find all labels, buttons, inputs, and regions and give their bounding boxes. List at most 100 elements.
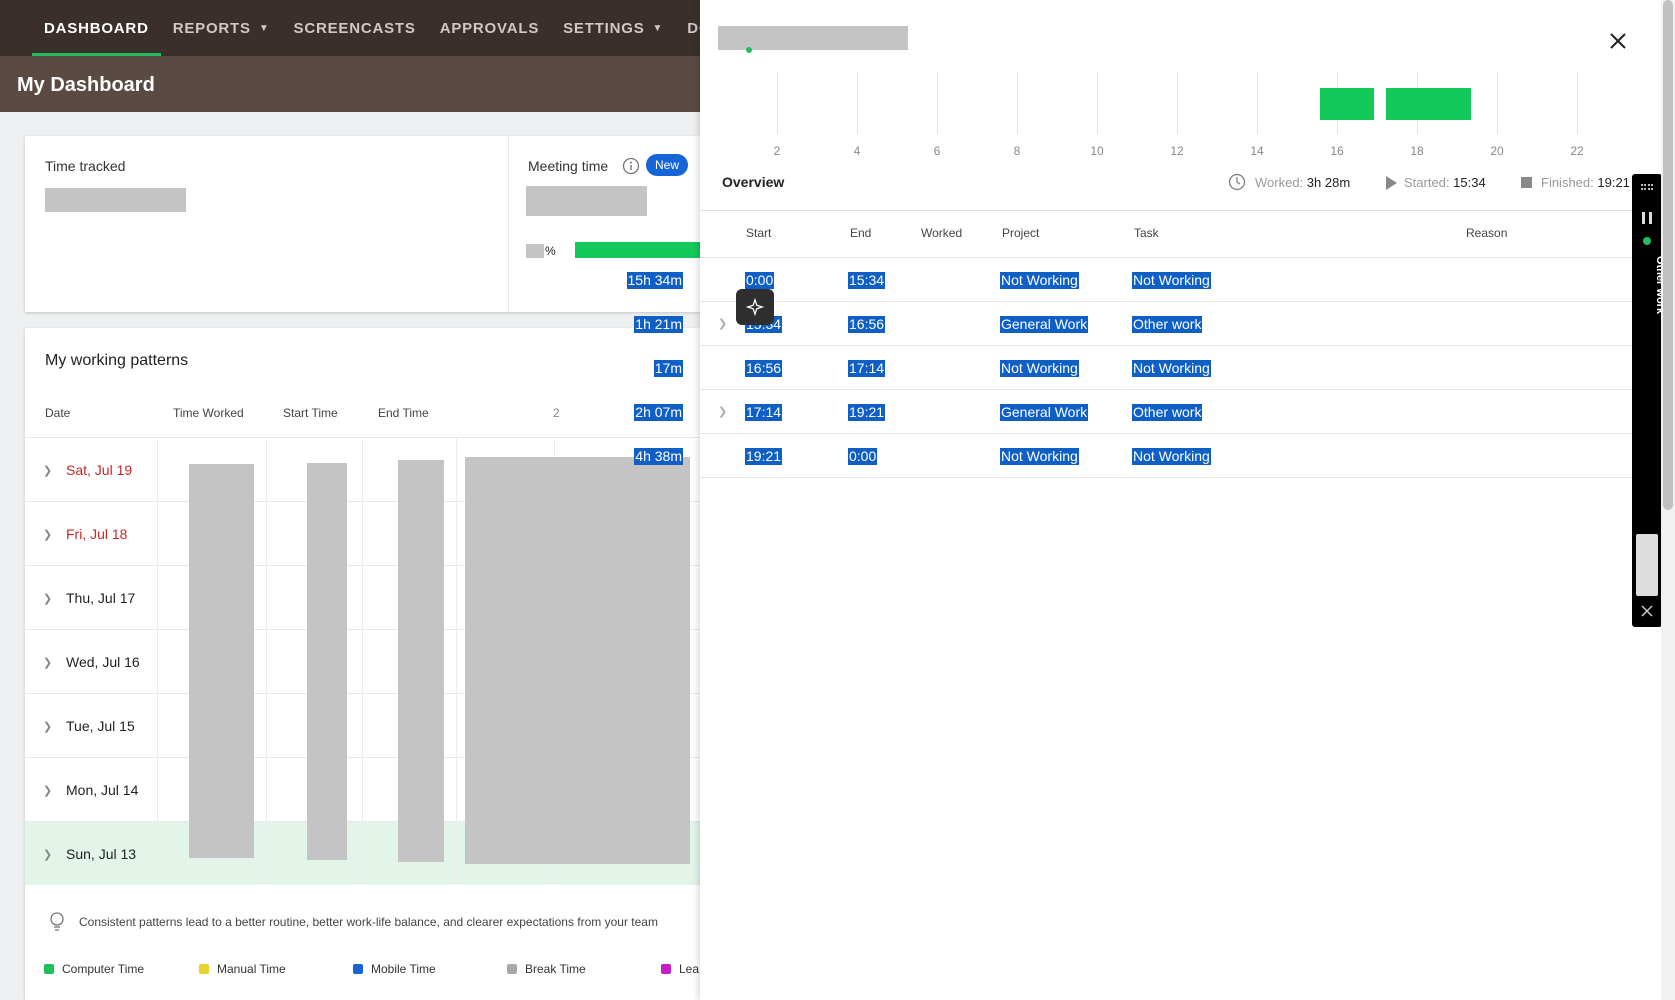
timeline-tick-label: 22 bbox=[1570, 144, 1584, 158]
legend-label: Lea bbox=[679, 962, 700, 976]
legend-label: Break Time bbox=[525, 962, 586, 976]
tracker-widget[interactable]: Other work bbox=[1632, 174, 1666, 627]
cell-project: General Work bbox=[1000, 316, 1089, 333]
patterns-tip: Consistent patterns lead to a better rou… bbox=[79, 915, 658, 929]
legend-item: Computer Time bbox=[44, 962, 144, 976]
chevron-right-icon[interactable]: ❯ bbox=[718, 317, 727, 330]
timeline-work-segment[interactable] bbox=[1319, 88, 1375, 120]
time-tracked-value-redacted bbox=[45, 188, 186, 212]
timeline-tick-label: 12 bbox=[1170, 144, 1184, 158]
percent-sign: % bbox=[545, 244, 556, 258]
cell-worked: 1h 21m bbox=[634, 316, 683, 333]
summary-divider bbox=[508, 136, 509, 312]
timeline-tick-label: 6 bbox=[933, 144, 941, 158]
table-row[interactable]: ❯ 15:34 16:56 1h 21m General Work Other … bbox=[634, 302, 1632, 346]
ai-assist-button[interactable] bbox=[736, 289, 774, 325]
cell-task: Other work bbox=[1132, 316, 1203, 333]
timeline-tick-label: 16 bbox=[1330, 144, 1344, 158]
drag-handle-icon[interactable] bbox=[1641, 184, 1653, 190]
legend-swatch bbox=[199, 964, 209, 974]
timeline-tick-label: 10 bbox=[1090, 144, 1104, 158]
table-row[interactable]: 0:00 15:34 15h 34m Not Working Not Worki… bbox=[626, 258, 1632, 302]
cell-project: Not Working bbox=[1000, 360, 1079, 377]
nav-approvals[interactable]: APPROVALS bbox=[440, 0, 539, 56]
col-worked: Worked bbox=[921, 226, 963, 240]
nav-dashboard[interactable]: DASHBOARD bbox=[32, 0, 161, 56]
pause-icon[interactable] bbox=[1642, 212, 1652, 224]
table-top-divider bbox=[700, 210, 1632, 211]
info-icon[interactable] bbox=[622, 157, 640, 175]
column-divider bbox=[157, 437, 158, 885]
nav-settings[interactable]: SETTINGS ▼ bbox=[563, 0, 663, 56]
timeline-tick-label: 20 bbox=[1490, 144, 1504, 158]
sparkle-icon bbox=[746, 298, 764, 316]
meeting-progress-bar bbox=[575, 242, 700, 258]
legend-swatch bbox=[507, 964, 517, 974]
cell-project: Not Working bbox=[1000, 448, 1079, 465]
meeting-percent-redacted bbox=[526, 244, 544, 258]
column-divider bbox=[266, 437, 267, 885]
worked-summary-value: 3h 28m bbox=[1306, 175, 1351, 190]
chevron-right-icon[interactable]: ❯ bbox=[718, 405, 727, 418]
cell-project: General Work bbox=[1000, 404, 1089, 421]
working-patterns-title: My working patterns bbox=[45, 352, 189, 369]
close-icon[interactable] bbox=[1640, 604, 1654, 618]
col-project: Project bbox=[1002, 226, 1040, 240]
date-label: Wed, Jul 16 bbox=[66, 654, 140, 670]
table-row[interactable]: 19:21 0:00 4h 38m Not Working Not Workin… bbox=[634, 434, 1632, 478]
cell-worked: 4h 38m bbox=[634, 448, 683, 465]
timeline-gridline bbox=[857, 72, 858, 134]
timeline-area-redacted bbox=[465, 457, 690, 864]
col-date: Date bbox=[45, 406, 71, 420]
nav-reports[interactable]: REPORTS ▼ bbox=[173, 0, 270, 56]
timeline-tick-label: 14 bbox=[1250, 144, 1264, 158]
legend-swatch bbox=[353, 964, 363, 974]
widget-status-dot bbox=[1643, 237, 1651, 245]
date-label: Tue, Jul 15 bbox=[66, 718, 135, 734]
chevron-down-icon: ▼ bbox=[258, 22, 270, 34]
col-task: Task bbox=[1134, 226, 1159, 240]
started-summary-label: Started: bbox=[1404, 175, 1450, 190]
page-scrollbar[interactable] bbox=[1661, 0, 1675, 1000]
col-hour-2: 2 bbox=[553, 406, 560, 420]
cell-start: 17:14 bbox=[745, 404, 783, 421]
legend-item: Manual Time bbox=[199, 962, 286, 976]
finished-summary-value: 19:21 bbox=[1597, 175, 1630, 190]
nav-screencasts[interactable]: SCREENCASTS bbox=[294, 0, 416, 56]
meeting-time-label: Meeting time bbox=[528, 158, 609, 174]
date-label: Sat, Jul 19 bbox=[66, 462, 133, 478]
cell-start: 0:00 bbox=[745, 272, 775, 289]
timeline-work-segment[interactable] bbox=[1386, 88, 1471, 120]
timeline-tick-label: 18 bbox=[1410, 144, 1424, 158]
time-worked-column-redacted bbox=[189, 464, 254, 858]
cell-start: 19:21 bbox=[745, 448, 783, 465]
legend-swatch bbox=[661, 964, 671, 974]
cell-end: 17:14 bbox=[848, 360, 886, 377]
chevron-right-icon: ❯ bbox=[43, 785, 53, 797]
timeline-gridline bbox=[1017, 72, 1018, 134]
nav-approvals-label: APPROVALS bbox=[439, 19, 540, 37]
nav-screencasts-label: SCREENCASTS bbox=[293, 19, 416, 37]
column-divider bbox=[456, 437, 457, 885]
end-time-column-redacted bbox=[398, 460, 444, 862]
timeline-tick-label: 2 bbox=[773, 144, 781, 158]
timeline-gridline bbox=[1577, 72, 1578, 134]
started-summary-value: 15:34 bbox=[1453, 175, 1486, 190]
timeline-gridline bbox=[1177, 72, 1178, 134]
cell-task: Other work bbox=[1132, 404, 1203, 421]
clock-icon bbox=[1228, 173, 1246, 191]
col-end-time: End Time bbox=[378, 406, 429, 420]
chevron-right-icon: ❯ bbox=[43, 465, 53, 477]
scrollbar-thumb[interactable] bbox=[1663, 0, 1673, 510]
nav-dashboard-label: DASHBOARD bbox=[44, 19, 149, 37]
cell-end: 16:56 bbox=[848, 316, 886, 333]
legend-swatch bbox=[44, 964, 54, 974]
cell-task: Not Working bbox=[1132, 360, 1211, 377]
cell-project: Not Working bbox=[1000, 272, 1079, 289]
cell-start: 16:56 bbox=[745, 360, 783, 377]
col-start: Start bbox=[746, 226, 772, 240]
col-time-worked: Time Worked bbox=[173, 406, 244, 420]
table-row[interactable]: 16:56 17:14 17m Not Working Not Working bbox=[653, 346, 1632, 390]
table-row[interactable]: ❯ 17:14 19:21 2h 07m General Work Other … bbox=[634, 390, 1632, 434]
date-label: Sun, Jul 13 bbox=[66, 846, 137, 862]
